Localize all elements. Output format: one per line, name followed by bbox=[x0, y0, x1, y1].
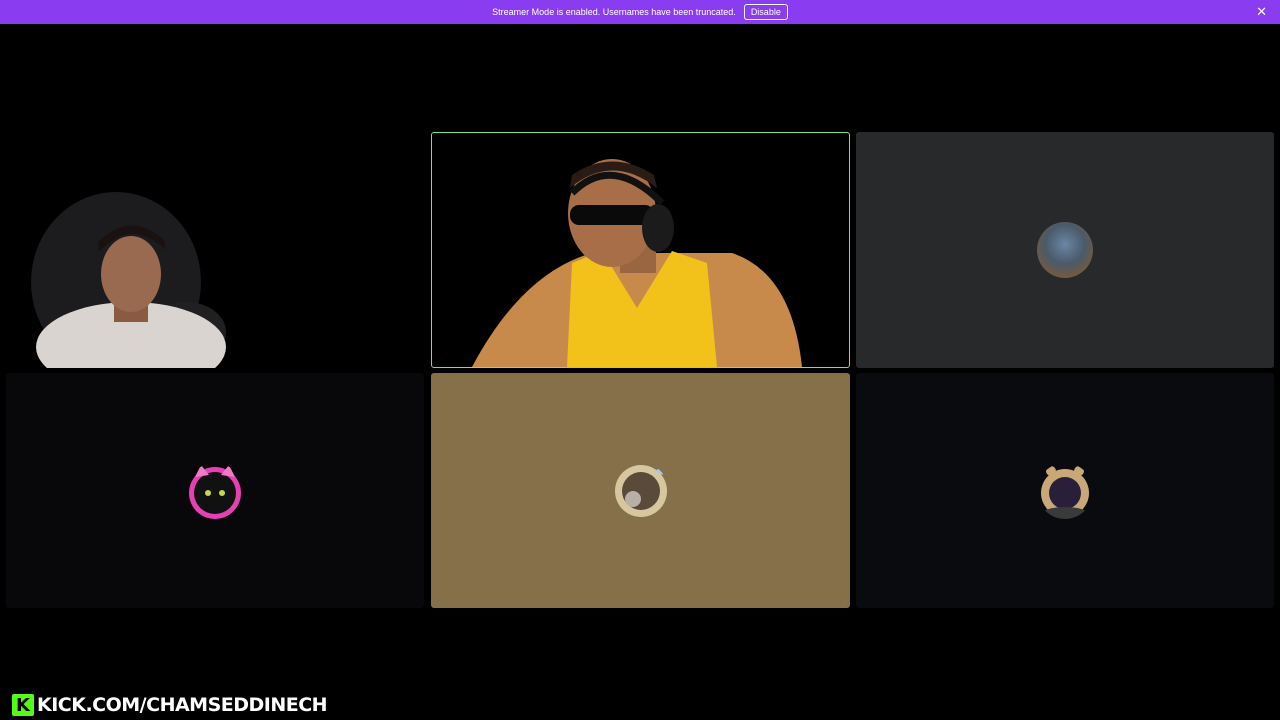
participant-avatar-4 bbox=[189, 464, 241, 519]
close-icon[interactable]: ✕ bbox=[1256, 4, 1267, 20]
participant-avatar-5 bbox=[614, 464, 667, 517]
video-tile-5[interactable] bbox=[431, 373, 850, 608]
camera-feed-2 bbox=[472, 159, 802, 367]
video-tile-3[interactable] bbox=[856, 132, 1274, 368]
camera-feed-1 bbox=[31, 192, 226, 368]
channel-url: KICK.COM/CHAMSEDDINECH bbox=[37, 694, 328, 716]
video-tile-6[interactable] bbox=[856, 373, 1274, 608]
kick-channel-watermark: K KICK.COM/CHAMSEDDINECH bbox=[12, 694, 328, 716]
streamer-mode-message: Streamer Mode is enabled. Usernames have… bbox=[492, 7, 736, 17]
video-tile-1[interactable] bbox=[6, 132, 424, 368]
participant-avatar-6 bbox=[1041, 465, 1089, 519]
video-tile-2-speaking[interactable] bbox=[431, 132, 850, 368]
video-tile-4[interactable] bbox=[6, 373, 424, 608]
kick-logo-icon: K bbox=[12, 694, 34, 716]
participant-avatar-3 bbox=[1037, 222, 1093, 278]
disable-streamer-mode-button[interactable]: Disable bbox=[743, 4, 788, 20]
streamer-mode-banner: Streamer Mode is enabled. Usernames have… bbox=[0, 0, 1280, 24]
